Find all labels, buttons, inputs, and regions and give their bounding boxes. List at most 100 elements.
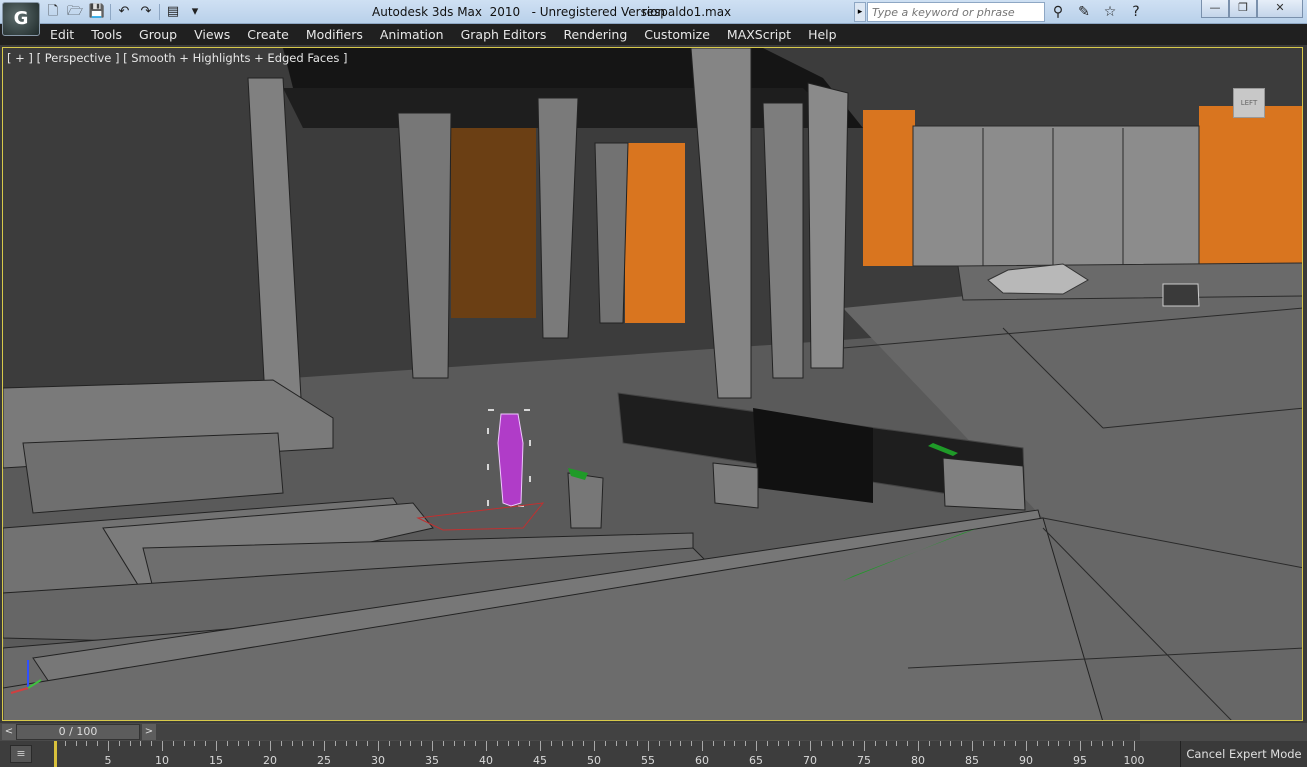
frame-tick	[1123, 741, 1125, 746]
frame-tick	[302, 741, 304, 746]
title-bar: 🗋 🗁 💾 ↶ ↷ ▤ ▾ Autodesk 3ds Max 2010 - Unregist…	[0, 0, 1307, 24]
frame-tick	[648, 741, 649, 751]
application-button-icon[interactable]: G	[2, 2, 40, 36]
box-block-3	[942, 457, 1026, 511]
frame-tick	[658, 741, 660, 746]
frame-tick	[885, 741, 887, 746]
frame-ruler[interactable]: 5 10 15 20 25 30 35 40 45 50 55 60 65 70 75 80 85 90 95 100	[54, 741, 1145, 767]
selected-character	[497, 413, 524, 507]
frame-tick	[367, 741, 369, 746]
menu-views[interactable]: Views	[188, 24, 236, 45]
frame-tick	[280, 741, 282, 746]
close-button[interactable]: ✕	[1257, 0, 1303, 18]
time-slider-thumb[interactable]: 0 / 100	[16, 724, 140, 740]
frame-tick	[896, 741, 898, 746]
redo-icon[interactable]: ↷	[137, 3, 155, 21]
curve-editor-icon[interactable]: ≡	[10, 745, 32, 763]
menu-rendering[interactable]: Rendering	[557, 24, 633, 45]
frame-tick	[864, 741, 865, 751]
frame-tick	[1004, 741, 1006, 746]
orange-wall-1	[625, 143, 685, 323]
new-file-icon[interactable]: 🗋	[44, 3, 62, 21]
menu-graph-editors[interactable]: Graph Editors	[455, 24, 553, 45]
frame-tick	[874, 741, 876, 746]
menu-animation[interactable]: Animation	[374, 24, 450, 45]
frame-tick	[1058, 741, 1060, 746]
binoculars-icon[interactable]: ⚲	[1048, 2, 1068, 22]
frame-tick	[550, 741, 552, 746]
frame-tick-label: 30	[371, 754, 385, 767]
undo-icon[interactable]: ↶	[115, 3, 133, 21]
favorites-star-icon[interactable]: ☆	[1100, 2, 1120, 22]
customize-dropdown-icon[interactable]: ▾	[186, 3, 204, 21]
perspective-viewport[interactable]: [ + ] [ Perspective ] [ Smooth + Highlig…	[2, 47, 1303, 721]
frame-tick	[842, 741, 844, 746]
keyword-search-input[interactable]	[867, 2, 1045, 22]
search-expand-arrow[interactable]: ▸	[854, 2, 866, 22]
frame-tick	[421, 741, 423, 746]
frame-tick	[226, 741, 228, 746]
frame-tick	[982, 741, 984, 746]
frame-tick	[1069, 741, 1071, 746]
project-folder-icon[interactable]: ▤	[164, 3, 182, 21]
frame-tick	[162, 741, 163, 751]
frame-tick-label: 80	[911, 754, 925, 767]
toolbar-separator	[110, 4, 111, 20]
infocenter-toolbar: ⚲ ✎ ☆?	[1048, 2, 1146, 22]
file-name: respaldo1.max	[642, 5, 732, 19]
frame-tick	[1026, 741, 1027, 751]
frame-tick	[1015, 741, 1017, 746]
menu-maxscript[interactable]: MAXScript	[721, 24, 797, 45]
frame-tick	[86, 741, 88, 746]
menu-edit[interactable]: Edit	[44, 24, 80, 45]
frame-tick-label: 50	[587, 754, 601, 767]
frame-tick	[475, 741, 477, 746]
track-bar: ≡ 5 10 15 20 25 30 35 40 45 50 55 60 65 70 75 80 85 90 95 1…	[0, 741, 1307, 767]
menu-tools[interactable]: Tools	[85, 24, 128, 45]
frame-tick-label: 35	[425, 754, 439, 767]
time-slider-track[interactable]	[16, 724, 1140, 740]
viewcube[interactable]: LEFT	[1233, 88, 1265, 118]
window-title: Autodesk 3ds Max 2010 - Unregistered Ver…	[372, 5, 666, 19]
frame-tick	[680, 741, 682, 746]
cancel-expert-mode-button[interactable]: Cancel Expert Mode	[1180, 741, 1307, 767]
prev-frame-button[interactable]: <	[2, 724, 16, 740]
help-icon[interactable]: ?	[1126, 2, 1146, 22]
restore-button[interactable]: ❐	[1229, 0, 1257, 18]
frame-tick	[172, 741, 174, 746]
frame-tick-label: 75	[857, 754, 871, 767]
window-controls: — ❐ ✕	[1201, 0, 1303, 18]
frame-tick	[853, 741, 855, 746]
frame-tick	[216, 741, 217, 751]
scene-render	[3, 48, 1302, 720]
viewport-label[interactable]: [ + ] [ Perspective ] [ Smooth + Highlig…	[7, 51, 347, 65]
frame-tick	[529, 741, 531, 746]
frame-tick	[486, 741, 487, 751]
frame-tick-label: 65	[749, 754, 763, 767]
frame-tick-label: 70	[803, 754, 817, 767]
menu-group[interactable]: Group	[133, 24, 183, 45]
frame-tick	[788, 741, 790, 746]
frame-tick	[1101, 741, 1103, 746]
frame-tick	[378, 741, 379, 751]
frame-tick	[939, 741, 941, 746]
frame-tick	[756, 741, 757, 751]
menu-modifiers[interactable]: Modifiers	[300, 24, 369, 45]
frame-tick-label: 45	[533, 754, 547, 767]
minimize-button[interactable]: —	[1201, 0, 1229, 18]
frame-tick	[453, 741, 455, 746]
menu-customize[interactable]: Customize	[638, 24, 716, 45]
menu-create[interactable]: Create	[241, 24, 295, 45]
frame-tick-label: 5	[104, 754, 112, 767]
time-slider: < 0 / 100 >	[0, 723, 1307, 741]
open-file-icon[interactable]: 🗁	[66, 3, 84, 21]
menu-help[interactable]: Help	[802, 24, 843, 45]
frame-tick-label: 90	[1019, 754, 1033, 767]
frame-tick	[237, 741, 239, 746]
save-icon[interactable]: 💾	[88, 3, 106, 21]
frame-tick-label: 20	[263, 754, 277, 767]
communication-center-icon[interactable]: ✎	[1074, 2, 1094, 22]
next-frame-button[interactable]: >	[142, 724, 156, 740]
quick-access-toolbar: 🗋 🗁 💾 ↶ ↷ ▤ ▾	[44, 3, 204, 21]
frame-tick	[75, 741, 77, 746]
